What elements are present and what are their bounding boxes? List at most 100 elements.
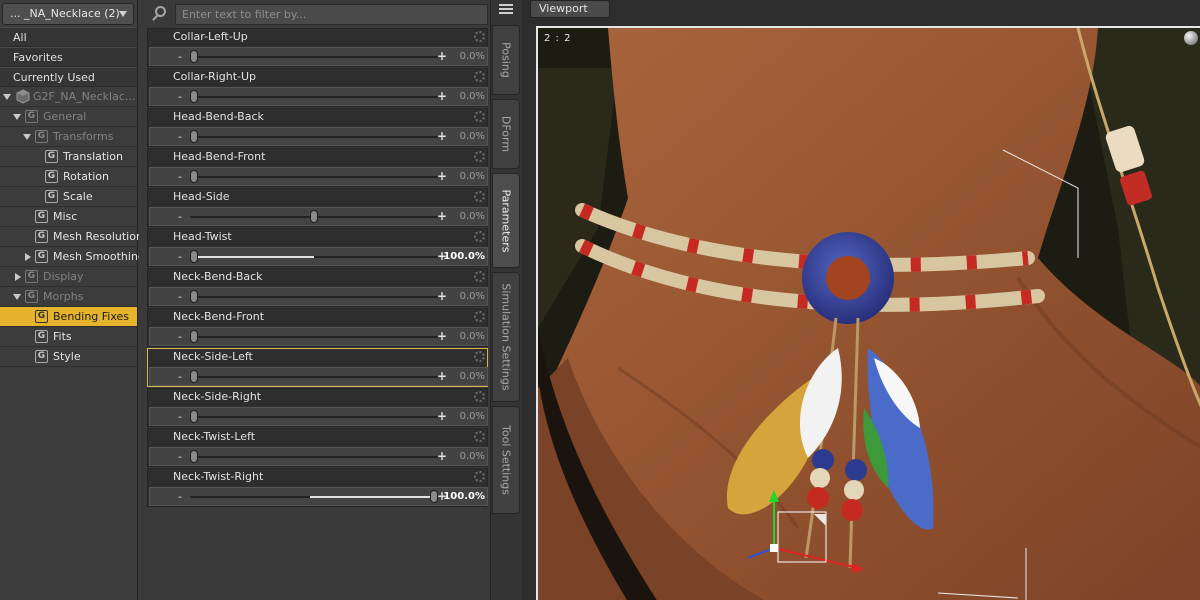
slider-track[interactable] [190,96,438,98]
slider-knob[interactable] [190,170,198,183]
viewport-scene[interactable]: 2 : 2 [536,26,1200,600]
tree-item-scale[interactable]: G Scale [0,187,137,207]
increment-icon[interactable]: + [437,89,447,103]
parameter-slider[interactable]: - +0.0% [149,287,488,306]
expand-arrow-icon[interactable] [23,134,31,140]
node-selector-dropdown[interactable]: ... _NA_Necklace (2) [2,3,134,25]
tree-item-translation[interactable]: G Translation [0,147,137,167]
increment-icon[interactable]: + [437,209,447,223]
parameter-value[interactable]: 0.0% [460,291,485,302]
gear-icon[interactable] [474,151,485,162]
tree-item-bending-fixes[interactable]: G Bending Fixes [0,307,137,327]
gear-icon[interactable] [474,431,485,442]
slider-track[interactable] [190,56,438,58]
slider-track[interactable] [190,456,438,458]
parameter-row[interactable]: Head-Bend-Back - +0.0% [147,108,488,147]
parameter-slider[interactable]: - +0.0% [149,447,488,466]
parameter-row[interactable]: Head-Side - +0.0% [147,188,488,227]
parameter-row[interactable]: Neck-Side-Right - +0.0% [147,388,488,427]
menu-icon[interactable] [496,2,516,16]
parameter-slider[interactable]: - +0.0% [149,127,488,146]
tree-item-display[interactable]: G Display [0,267,137,287]
tab-parameters[interactable]: Parameters [492,173,520,268]
tab-posing[interactable]: Posing [492,25,520,95]
view-navigator-icon[interactable] [1184,31,1198,45]
filter-currently-used[interactable]: Currently Used [0,67,137,87]
decrement-icon[interactable]: - [178,210,182,223]
slider-knob[interactable] [190,410,198,423]
parameter-row[interactable]: Head-Bend-Front - +0.0% [147,148,488,187]
parameter-slider[interactable]: - +0.0% [149,207,488,226]
decrement-icon[interactable]: - [178,370,182,383]
search-icon[interactable] [149,3,171,25]
slider-knob[interactable] [190,290,198,303]
decrement-icon[interactable]: - [178,410,182,423]
tree-item-mesh-resolution[interactable]: G Mesh Resolution [0,227,143,247]
parameter-row[interactable]: Collar-Right-Up - +0.0% [147,68,488,107]
parameter-slider[interactable]: - +0.0% [149,327,488,346]
parameter-slider[interactable]: - +100.0% [149,487,488,506]
slider-track[interactable] [190,336,438,338]
slider-track[interactable] [190,176,438,178]
increment-icon[interactable]: + [437,369,447,383]
tree-item-fits[interactable]: G Fits [0,327,137,347]
expand-arrow-icon[interactable] [13,114,21,120]
parameter-value[interactable]: 0.0% [460,371,485,382]
increment-icon[interactable]: + [437,409,447,423]
gear-icon[interactable] [474,471,485,482]
tree-item-morphs[interactable]: G Morphs [0,287,137,307]
parameter-slider[interactable]: - +0.0% [149,87,488,106]
slider-track[interactable] [190,376,438,378]
parameter-value[interactable]: 0.0% [460,171,485,182]
slider-track[interactable] [190,136,438,138]
slider-knob[interactable] [190,90,198,103]
increment-icon[interactable]: + [437,329,447,343]
slider-knob[interactable] [190,50,198,63]
decrement-icon[interactable]: - [178,250,182,263]
gear-icon[interactable] [474,71,485,82]
parameter-row[interactable]: Neck-Twist-Left - +0.0% [147,428,488,467]
increment-icon[interactable]: + [437,129,447,143]
tree-item-style[interactable]: G Style [0,347,137,367]
slider-track[interactable] [190,416,438,418]
decrement-icon[interactable]: - [178,170,182,183]
decrement-icon[interactable]: - [178,490,182,503]
increment-icon[interactable]: + [437,449,447,463]
parameter-row[interactable]: Collar-Left-Up - +0.0% [147,28,488,67]
expand-arrow-icon[interactable] [25,253,31,261]
parameter-row[interactable]: Neck-Bend-Back - +0.0% [147,268,488,307]
parameter-slider[interactable]: - +0.0% [149,167,488,186]
slider-track[interactable] [190,296,438,298]
parameter-slider[interactable]: - + -100.0% [149,247,488,266]
parameter-slider[interactable]: - +0.0% [149,367,488,386]
tree-item-rotation[interactable]: G Rotation [0,167,137,187]
parameter-value[interactable]: 0.0% [460,451,485,462]
decrement-icon[interactable]: - [178,50,182,63]
parameter-value[interactable]: 0.0% [460,331,485,342]
tree-item-general[interactable]: G General [0,107,137,127]
tab-dform[interactable]: DForm [492,99,520,169]
tree-item-root[interactable]: G2F_NA_Necklac... [0,87,137,107]
decrement-icon[interactable]: - [178,130,182,143]
tree-item-mesh-smoothing[interactable]: G Mesh Smoothing [0,247,145,267]
expand-arrow-icon[interactable] [15,273,21,281]
slider-knob[interactable] [310,210,318,223]
parameter-value[interactable]: 100.0% [443,491,485,502]
parameter-row[interactable]: Neck-Bend-Front - +0.0% [147,308,488,347]
gear-icon[interactable] [474,111,485,122]
slider-knob[interactable] [190,250,198,263]
tab-viewport[interactable]: Viewport [530,0,610,18]
gear-icon[interactable] [474,311,485,322]
increment-icon[interactable]: + [437,289,447,303]
decrement-icon[interactable]: - [178,290,182,303]
expand-arrow-icon[interactable] [3,94,11,100]
decrement-icon[interactable]: - [178,90,182,103]
parameter-value[interactable]: 0.0% [460,131,485,142]
parameter-row[interactable]: Head-Twist - + -100.0% [147,228,488,267]
decrement-icon[interactable]: - [178,450,182,463]
gear-icon[interactable] [474,271,485,282]
gear-icon[interactable] [474,231,485,242]
slider-knob[interactable] [190,450,198,463]
gear-icon[interactable] [474,191,485,202]
parameter-row[interactable]: Neck-Side-Left - +0.0% [147,348,488,387]
